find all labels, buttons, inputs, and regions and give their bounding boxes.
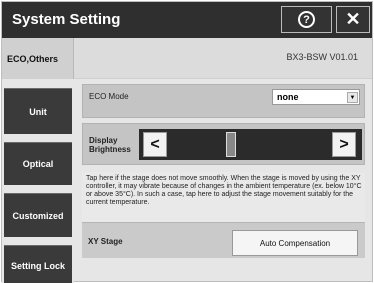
close-icon: ✕ (345, 9, 361, 29)
model-version: BX3-BSW V01.01 (286, 52, 358, 62)
auto-compensation-button[interactable]: Auto Compensation (232, 230, 358, 256)
help-button[interactable]: ? (281, 6, 332, 33)
header-row: ECO,Others BX3-BSW V01.01 (2, 38, 372, 79)
xy-stage-row: XY Stage Auto Compensation (82, 222, 365, 258)
eco-mode-select[interactable]: none ▼ (272, 89, 360, 105)
sidebar-item-optical[interactable]: Optical (4, 142, 72, 185)
sidebar-item-setting-lock[interactable]: Setting Lock (4, 245, 72, 283)
title-bar: System Setting ? ✕ (2, 2, 372, 38)
brightness-increase-button[interactable]: > (332, 132, 356, 157)
xy-stage-label: XY Stage (88, 237, 123, 246)
chevron-down-icon: ▼ (347, 92, 358, 103)
eco-mode-value: none (277, 92, 299, 102)
eco-mode-label: ECO Mode (89, 92, 129, 101)
eco-mode-row: ECO Mode none ▼ (82, 84, 365, 118)
system-setting-window: System Setting ? ✕ ECO,Others BX3-BSW V0… (1, 1, 373, 283)
close-button[interactable]: ✕ (336, 6, 370, 33)
display-brightness-label: Display Brightness (89, 136, 131, 154)
sidebar-item-customized[interactable]: Customized (4, 193, 72, 237)
stage-notice[interactable]: Tap here if the stage does not move smoo… (82, 172, 365, 222)
sidebar-item-unit[interactable]: Unit (4, 88, 72, 134)
help-icon: ? (298, 11, 315, 28)
brightness-decrease-button[interactable]: < (143, 132, 167, 157)
stage-notice-text: Tap here if the stage does not move smoo… (86, 175, 362, 206)
display-brightness-row: Display Brightness < > (82, 123, 365, 165)
brightness-slider-thumb[interactable] (226, 132, 237, 157)
sidebar: Unit Optical Customized Setting Lock (2, 79, 74, 283)
window-title: System Setting (12, 11, 121, 28)
tab-eco-others[interactable]: ECO,Others (2, 38, 74, 79)
brightness-slider[interactable]: < > (139, 129, 362, 160)
